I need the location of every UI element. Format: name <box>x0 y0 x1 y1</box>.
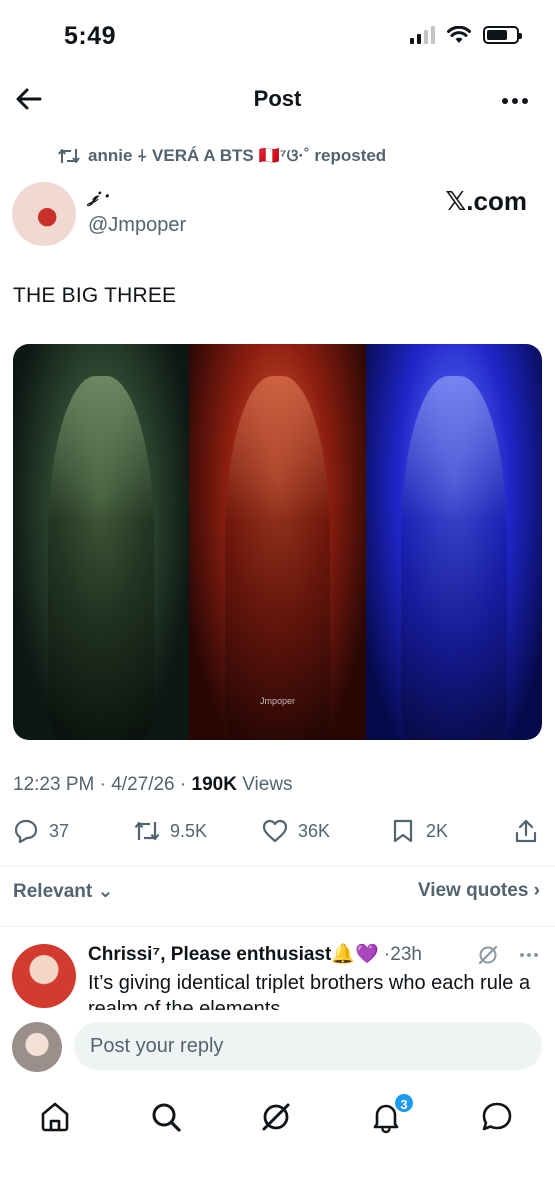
author-name[interactable]: 𝒿 · <box>88 186 110 207</box>
repost-icon <box>58 149 80 163</box>
page-title: Post <box>253 86 302 111</box>
cellular-signal-icon <box>410 26 435 44</box>
status-time: 5:49 <box>64 22 117 50</box>
battery-icon <box>483 26 522 44</box>
notifications-badge: 3 <box>393 1092 415 1114</box>
image-panel-green <box>13 344 190 740</box>
nav-grok[interactable] <box>259 1100 295 1136</box>
reply-compose-bar <box>0 1018 555 1076</box>
more-options-button[interactable] <box>501 86 529 106</box>
nav-home[interactable] <box>38 1100 74 1136</box>
bottom-nav: 3 <box>0 1090 555 1146</box>
repost-text: annie ⍭ VERÁ A BTS 🇵🇪⁷ଓ·˚ reposted <box>88 146 387 165</box>
sort-relevant-label: Relevant <box>13 881 93 902</box>
chevron-right-icon: › <box>533 880 540 901</box>
search-icon <box>152 1103 181 1132</box>
wifi-icon <box>447 26 471 43</box>
status-icons <box>410 26 522 44</box>
share-button[interactable] <box>513 818 539 844</box>
bookmark-button[interactable]: 2K <box>390 818 448 844</box>
reply-count: 37 <box>49 820 70 841</box>
reply-text: It’s giving identical triplet brothers w… <box>88 972 531 1010</box>
divider <box>0 926 555 927</box>
repost-indicator[interactable]: annie ⍭ VERÁ A BTS 🇵🇪⁷ଓ·˚ reposted <box>58 146 386 166</box>
reply-author-name[interactable]: Chrissi⁷, Please enthusiast🔔💜 <box>88 944 379 965</box>
reply-header: Chrissi⁷, Please enthusiast🔔💜 ·23h <box>88 942 422 966</box>
status-bar: 5:49 <box>0 0 555 72</box>
author-handle[interactable]: @Jmpoper <box>88 214 186 237</box>
home-icon <box>41 1102 69 1132</box>
reply-avatar[interactable] <box>12 944 76 1008</box>
heart-icon <box>262 819 288 843</box>
repost-action-icon <box>134 821 160 841</box>
grok-icon <box>262 1103 290 1131</box>
chevron-down-icon: ⌄ <box>97 881 114 902</box>
messages-icon <box>482 1102 512 1131</box>
sort-relevant-button[interactable]: Relevant ⌄ <box>13 880 113 903</box>
bookmark-icon <box>393 819 413 843</box>
grok-icon[interactable] <box>477 944 499 966</box>
post-meta: 12:23 PM · 4/27/26 · 190K Views <box>13 774 293 795</box>
nav-messages[interactable] <box>480 1100 516 1136</box>
reply-icons <box>477 944 539 966</box>
view-quotes-label: View quotes <box>417 880 529 901</box>
reply-button[interactable]: 37 <box>13 818 69 844</box>
view-quotes-link[interactable]: View quotes › <box>418 880 540 902</box>
post-actions: 37 9.5K 36K 2K <box>0 818 555 852</box>
bookmark-count: 2K <box>426 820 449 841</box>
like-button[interactable]: 36K <box>262 818 330 844</box>
post-image[interactable]: Jmpoper <box>13 344 542 740</box>
divider <box>0 866 555 867</box>
source-label: 𝕏.com <box>445 186 527 216</box>
reply-time: ·23h <box>383 944 422 965</box>
reply-more-icon[interactable] <box>519 952 539 958</box>
post-text: THE BIG THREE <box>13 284 177 307</box>
my-avatar[interactable] <box>12 1022 62 1072</box>
image-watermark: Jmpoper <box>259 696 295 706</box>
nav-notifications[interactable]: 3 <box>369 1092 415 1136</box>
image-panel-red: Jmpoper <box>189 344 366 740</box>
post-header: Post <box>0 72 555 126</box>
repost-button[interactable]: 9.5K <box>134 818 207 844</box>
post-date: 4/27/26 <box>111 774 175 795</box>
reply-icon <box>14 819 38 844</box>
views-label: Views <box>242 774 293 795</box>
nav-search[interactable] <box>149 1100 185 1136</box>
post-time: 12:23 PM <box>13 774 95 795</box>
author-avatar[interactable] <box>12 182 76 246</box>
share-icon <box>515 819 537 843</box>
repost-count: 9.5K <box>170 820 208 841</box>
reply-input[interactable] <box>74 1022 542 1070</box>
more-dots-icon <box>502 98 528 104</box>
like-count: 36K <box>298 820 331 841</box>
image-panel-blue <box>365 344 542 740</box>
views-count: 190K <box>191 774 237 795</box>
